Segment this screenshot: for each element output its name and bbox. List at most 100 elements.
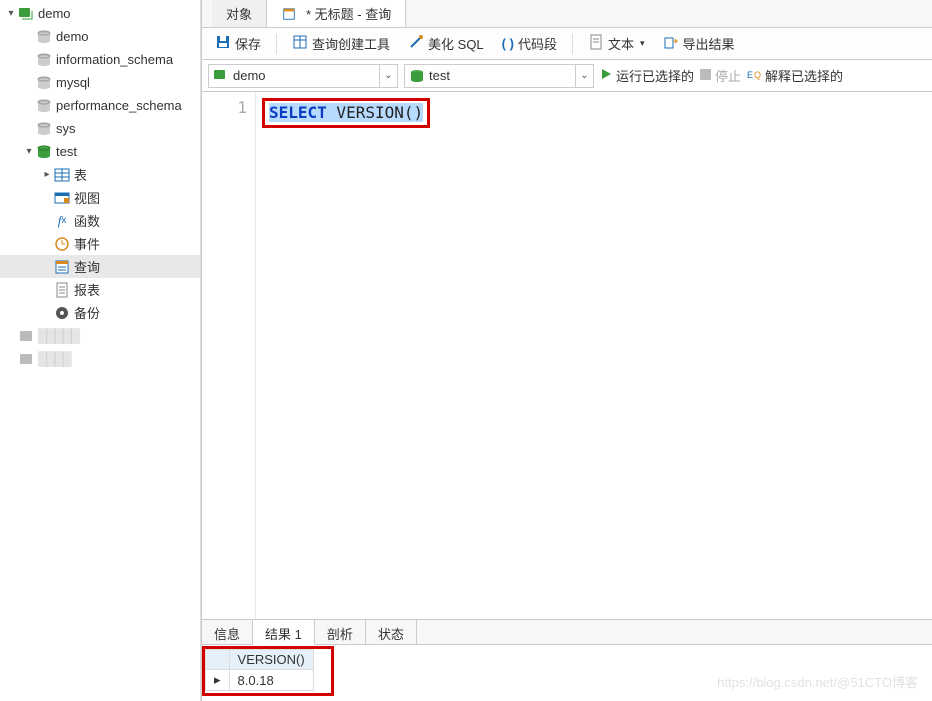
svg-text:Q: Q: [754, 70, 761, 80]
tab-label: 对象: [226, 4, 252, 23]
explain-icon: EQ: [747, 67, 761, 84]
dropdown-icon: ⌄: [379, 65, 397, 87]
backup-icon: [54, 305, 70, 321]
sql-editor[interactable]: 1 SELECT VERSION(): [202, 92, 932, 619]
column-header[interactable]: VERSION(): [229, 650, 313, 670]
tree-db-information-schema[interactable]: information_schema: [0, 48, 200, 71]
chevron-down-icon: ▾: [4, 8, 18, 19]
tree-label: performance_schema: [56, 98, 182, 113]
connection-icon: [18, 328, 34, 344]
tree-label: test: [56, 144, 77, 159]
database-open-icon: [36, 144, 52, 160]
tree-tables[interactable]: ▸表: [0, 163, 200, 186]
tree-label: 备份: [74, 303, 100, 322]
tree-views[interactable]: 视图: [0, 186, 200, 209]
connection-icon: [213, 68, 229, 84]
tab-label: * 无标题 - 查询: [306, 4, 391, 23]
play-icon: [600, 68, 612, 83]
sql-keyword: SELECT: [269, 103, 327, 122]
toolbar: 保存 查询创建工具 美化 SQL ( )代码段 文本▾ 导出结果: [202, 28, 932, 60]
svg-text:E: E: [747, 70, 753, 80]
tree-connection-blurred-1[interactable]: █████: [0, 324, 200, 347]
tree-events[interactable]: 事件: [0, 232, 200, 255]
parentheses-icon: ( ): [502, 36, 514, 51]
sidebar: ▾ demo demo information_schema mysql per…: [0, 0, 201, 701]
annotation-box-code: SELECT VERSION(): [262, 98, 430, 128]
chevron-right-icon: ▸: [40, 169, 54, 180]
view-icon: [54, 190, 70, 206]
report-icon: [54, 282, 70, 298]
query-builder-button[interactable]: 查询创建工具: [285, 30, 397, 57]
combo-value: test: [429, 68, 575, 83]
database-icon: [36, 121, 52, 137]
tree-queries[interactable]: 查询: [0, 255, 200, 278]
stop-button[interactable]: 停止: [700, 66, 741, 85]
text-button[interactable]: 文本▾: [581, 30, 652, 57]
tab-objects[interactable]: 对象: [212, 0, 267, 27]
tab-query[interactable]: * 无标题 - 查询: [267, 0, 406, 27]
cell-value[interactable]: 8.0.18: [229, 670, 313, 691]
connection-icon: [18, 351, 34, 367]
export-button[interactable]: 导出结果: [656, 30, 742, 57]
database-icon: [36, 75, 52, 91]
result-table[interactable]: VERSION() ▸8.0.18: [205, 649, 314, 691]
query-icon: [54, 259, 70, 275]
row-indicator: ▸: [206, 670, 230, 691]
tree-db-demo[interactable]: demo: [0, 25, 200, 48]
tree-label: 查询: [74, 257, 100, 276]
result-tabs: 信息 结果 1 剖析 状态: [202, 619, 932, 645]
tab-result-1[interactable]: 结果 1: [253, 620, 315, 645]
tree-label: 视图: [74, 188, 100, 207]
tree-label: 报表: [74, 280, 100, 299]
tree-db-mysql[interactable]: mysql: [0, 71, 200, 94]
tree-label: 表: [74, 165, 87, 184]
export-icon: [663, 34, 679, 53]
wand-icon: [408, 34, 424, 53]
tree-label: 事件: [74, 234, 100, 253]
tree-functions[interactable]: fx函数: [0, 209, 200, 232]
tree-label: ████: [38, 351, 71, 366]
tab-info[interactable]: 信息: [202, 620, 253, 644]
sql-text: VERSION(): [327, 103, 423, 122]
tree-label: 函数: [74, 211, 100, 230]
database-icon: [36, 29, 52, 45]
query-icon: [281, 6, 297, 22]
tree-db-performance-schema[interactable]: performance_schema: [0, 94, 200, 117]
function-icon: fx: [54, 213, 70, 229]
dropdown-icon: ⌄: [575, 65, 593, 87]
tree-connection-blurred-2[interactable]: ████: [0, 347, 200, 370]
combo-value: demo: [233, 68, 379, 83]
tree-label: demo: [38, 6, 71, 21]
connection-icon: [18, 6, 34, 22]
event-icon: [54, 236, 70, 252]
tree-db-test[interactable]: ▾ test: [0, 140, 200, 163]
tree-backups[interactable]: 备份: [0, 301, 200, 324]
result-grid: VERSION() ▸8.0.18: [202, 645, 932, 701]
stop-icon: [700, 68, 711, 83]
tree-label: mysql: [56, 75, 90, 90]
chevron-down-icon: ▾: [22, 146, 36, 157]
line-gutter: 1: [202, 92, 256, 619]
explain-button[interactable]: EQ解释已选择的: [747, 66, 843, 85]
connection-selector[interactable]: demo ⌄: [208, 64, 398, 88]
tree-reports[interactable]: 报表: [0, 278, 200, 301]
builder-icon: [292, 34, 308, 53]
beautify-sql-button[interactable]: 美化 SQL: [401, 30, 491, 57]
divider: [276, 34, 277, 54]
tree-connection-demo[interactable]: ▾ demo: [0, 2, 200, 25]
tree-label: sys: [56, 121, 76, 136]
database-icon: [409, 68, 425, 84]
run-selected-button[interactable]: 运行已选择的: [600, 66, 694, 85]
table-icon: [54, 167, 70, 183]
database-icon: [36, 52, 52, 68]
tree-db-sys[interactable]: sys: [0, 117, 200, 140]
snippet-button[interactable]: ( )代码段: [495, 30, 564, 57]
database-selector[interactable]: test ⌄: [404, 64, 594, 88]
save-icon: [215, 34, 231, 53]
tab-profile[interactable]: 剖析: [315, 620, 366, 644]
save-button[interactable]: 保存: [208, 30, 268, 57]
database-icon: [36, 98, 52, 114]
divider: [572, 34, 573, 54]
tab-status[interactable]: 状态: [366, 620, 417, 644]
dropdown-icon: ▾: [640, 38, 645, 49]
